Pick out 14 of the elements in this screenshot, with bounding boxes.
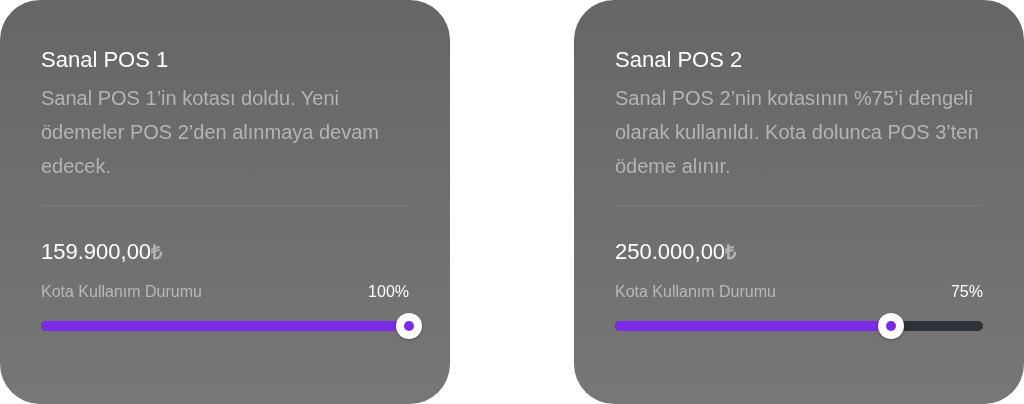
quota-label: Kota Kullanım Durumu <box>615 283 776 301</box>
currency-symbol: ₺ <box>151 240 163 265</box>
card-title: Sanal POS 1 <box>41 46 170 74</box>
card-description: Sanal POS 2’nin kotasının %75’i dengeli olarak kullanıldı. Kota dolunca POS 3’ten ödeme alınır. <box>615 86 980 179</box>
amount-value: 159.900,00 <box>41 239 152 265</box>
progress-thumb[interactable] <box>878 313 904 339</box>
quota-percent: 100% <box>368 283 409 301</box>
currency-symbol: ₺ <box>725 240 737 265</box>
card-description: Sanal POS 1’in kotası doldu. Yeni ödemeler POS 2’den alınmaya devam edecek. <box>41 86 380 179</box>
quota-label: Kota Kullanım Durumu <box>41 283 202 301</box>
amount-value: 250.000,00 <box>615 239 726 265</box>
card-title: Sanal POS 2 <box>615 46 744 74</box>
progress-thumb[interactable] <box>396 313 422 339</box>
quota-percent: 75% <box>950 283 983 301</box>
